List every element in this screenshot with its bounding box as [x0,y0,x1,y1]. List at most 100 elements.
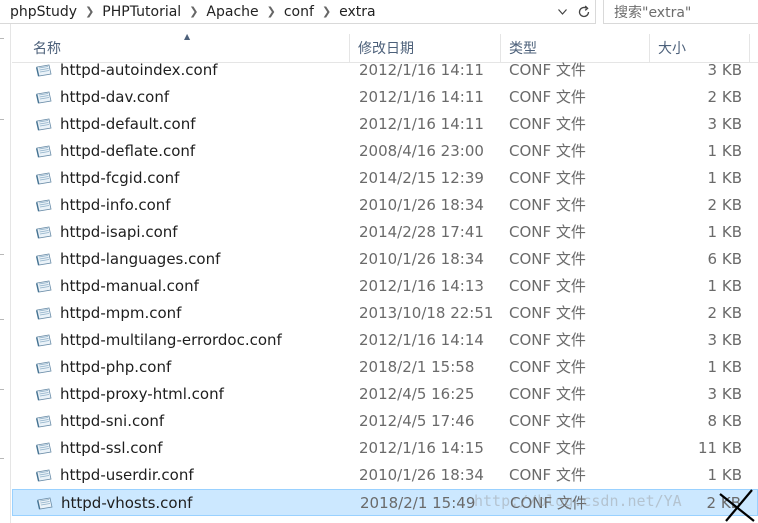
file-size: 3 KB [707,115,742,133]
file-name: httpd-fcgid.conf [60,169,180,187]
file-row[interactable]: httpd-ssl.conf 2012/1/16 14:15 CONF 文件 11 K… [12,435,758,462]
conf-file-icon [36,226,52,239]
file-row[interactable]: httpd-proxy-html.conf 2012/4/5 16:25 CONF … [12,381,758,408]
breadcrumb-conf[interactable]: conf [280,4,318,20]
history-dropdown-button[interactable] [551,1,573,23]
file-date: 2012/1/16 14:11 [359,115,484,133]
file-name: httpd-default.conf [60,115,196,133]
file-date: 2018/2/1 15:58 [359,358,475,376]
file-size: 1 KB [707,169,742,187]
file-date: 2010/1/26 18:34 [359,466,484,484]
conf-file-icon [36,253,52,266]
file-date: 2012/4/5 16:25 [359,385,475,403]
file-date: 2010/1/26 18:34 [359,196,484,214]
file-name: httpd-dav.conf [60,88,170,106]
breadcrumb-extra[interactable]: extra [335,4,379,20]
file-size: 8 KB [707,412,742,430]
file-type: CONF 文件 [509,223,586,241]
file-row[interactable]: httpd-manual.conf 2012/1/16 14:13 CONF 文件 1… [12,273,758,300]
file-date: 2012/1/16 14:11 [359,88,484,106]
file-size: 6 KB [707,250,742,268]
file-date: 2008/4/16 23:00 [359,142,484,160]
file-name: httpd-sni.conf [60,412,165,430]
file-row[interactable]: httpd-dav.conf 2012/1/16 14:11 CONF 文件 2 KB [12,84,758,111]
file-name: httpd-mpm.conf [60,304,182,322]
file-size: 1 KB [707,277,742,295]
file-type: CONF 文件 [509,412,586,430]
navigation-pane-edge [0,24,11,523]
file-name: httpd-isapi.conf [60,223,178,241]
conf-file-icon [36,64,52,77]
conf-file-icon [36,91,52,104]
file-size: 2 KB [707,304,742,322]
file-row[interactable]: httpd-sni.conf 2012/4/5 17:46 CONF 文件 8 KB [12,408,758,435]
file-type: CONF 文件 [509,358,586,376]
file-type: CONF 文件 [509,439,586,457]
search-input[interactable]: 搜索"extra" [603,0,758,24]
file-size: 1 KB [707,142,742,160]
file-name: httpd-info.conf [60,196,171,214]
file-row[interactable]: httpd-isapi.conf 2014/2/28 17:41 CONF 文件 1 … [12,219,758,246]
file-size: 2 KB [707,88,742,106]
breadcrumb-apache[interactable]: Apache [202,4,262,20]
breadcrumb-phptutorial[interactable]: PHPTutorial [98,4,185,20]
file-type: CONF 文件 [509,331,586,349]
file-row[interactable]: httpd-info.conf 2010/1/26 18:34 CONF 文件 2 K… [12,192,758,219]
file-row[interactable]: httpd-fcgid.conf 2014/2/15 12:39 CONF 文件 1 … [12,165,758,192]
file-name: httpd-manual.conf [60,277,199,295]
file-type: CONF 文件 [509,62,586,79]
file-row[interactable]: httpd-deflate.conf 2008/4/16 23:00 CONF 文件… [12,138,758,165]
file-date: 2012/1/16 14:11 [359,62,484,79]
file-name: httpd-ssl.conf [60,439,163,457]
file-name: httpd-multilang-errordoc.conf [60,331,282,349]
file-type: CONF 文件 [509,115,586,133]
chevron-right-icon[interactable]: ❯ [263,5,280,18]
refresh-icon [578,5,590,17]
column-header-row: ▲ 名称 修改日期 类型 大小 [12,32,758,63]
conf-file-icon [37,497,53,510]
column-header-name[interactable]: 名称 [25,34,350,62]
file-name: httpd-proxy-html.conf [60,385,224,403]
file-row[interactable]: httpd-php.conf 2018/2/1 15:58 CONF 文件 1 KB [12,354,758,381]
file-name: httpd-deflate.conf [60,142,196,160]
column-header-size[interactable]: 大小 [650,34,750,62]
file-type: CONF 文件 [509,304,586,322]
address-bar[interactable]: phpStudy ❯ PHPTutorial ❯ Apache ❯ conf ❯… [0,0,596,24]
conf-file-icon [36,361,52,374]
file-type: CONF 文件 [509,169,586,187]
file-row[interactable]: httpd-vhosts.conf 2018/2/1 15:49 CONF 文件 2 … [12,489,758,516]
file-date: 2014/2/15 12:39 [359,169,484,187]
file-size: 2 KB [707,196,742,214]
search-placeholder: 搜索"extra" [614,4,692,21]
file-name: httpd-languages.conf [60,250,221,268]
refresh-button[interactable] [573,1,595,23]
chevron-right-icon[interactable]: ❯ [81,5,98,18]
file-date: 2012/1/16 14:14 [359,331,484,349]
file-type: CONF 文件 [509,142,586,160]
file-size: 1 KB [707,358,742,376]
conf-file-icon [36,334,52,347]
file-date: 2012/4/5 17:46 [359,412,475,430]
file-row[interactable]: httpd-default.conf 2012/1/16 14:11 CONF 文件… [12,111,758,138]
file-row[interactable]: httpd-userdir.conf 2010/1/26 18:34 CONF 文件… [12,462,758,489]
chevron-right-icon[interactable]: ❯ [185,5,202,18]
breadcrumb-phpstudy[interactable]: phpStudy [0,4,81,20]
file-size: 11 KB [698,439,742,457]
conf-file-icon [36,469,52,482]
file-size: 3 KB [707,331,742,349]
file-row[interactable]: httpd-multilang-errordoc.conf 2012/1/16 1… [12,327,758,354]
file-row[interactable]: httpd-languages.conf 2010/1/26 18:34 CONF … [12,246,758,273]
file-size: 3 KB [707,62,742,79]
file-name: httpd-vhosts.conf [61,494,193,512]
column-header-type[interactable]: 类型 [501,34,650,62]
file-size: 1 KB [707,466,742,484]
column-header-date[interactable]: 修改日期 [350,34,501,62]
chevron-right-icon[interactable]: ❯ [318,5,335,18]
file-row[interactable]: httpd-mpm.conf 2013/10/18 22:51 CONF 文件 2 K… [12,300,758,327]
conf-file-icon [36,388,52,401]
file-type: CONF 文件 [509,88,586,106]
file-size: 2 KB [706,494,741,512]
conf-file-icon [36,280,52,293]
conf-file-icon [36,145,52,158]
file-row[interactable]: httpd-autoindex.conf 2012/1/16 14:11 CONF … [12,62,758,84]
